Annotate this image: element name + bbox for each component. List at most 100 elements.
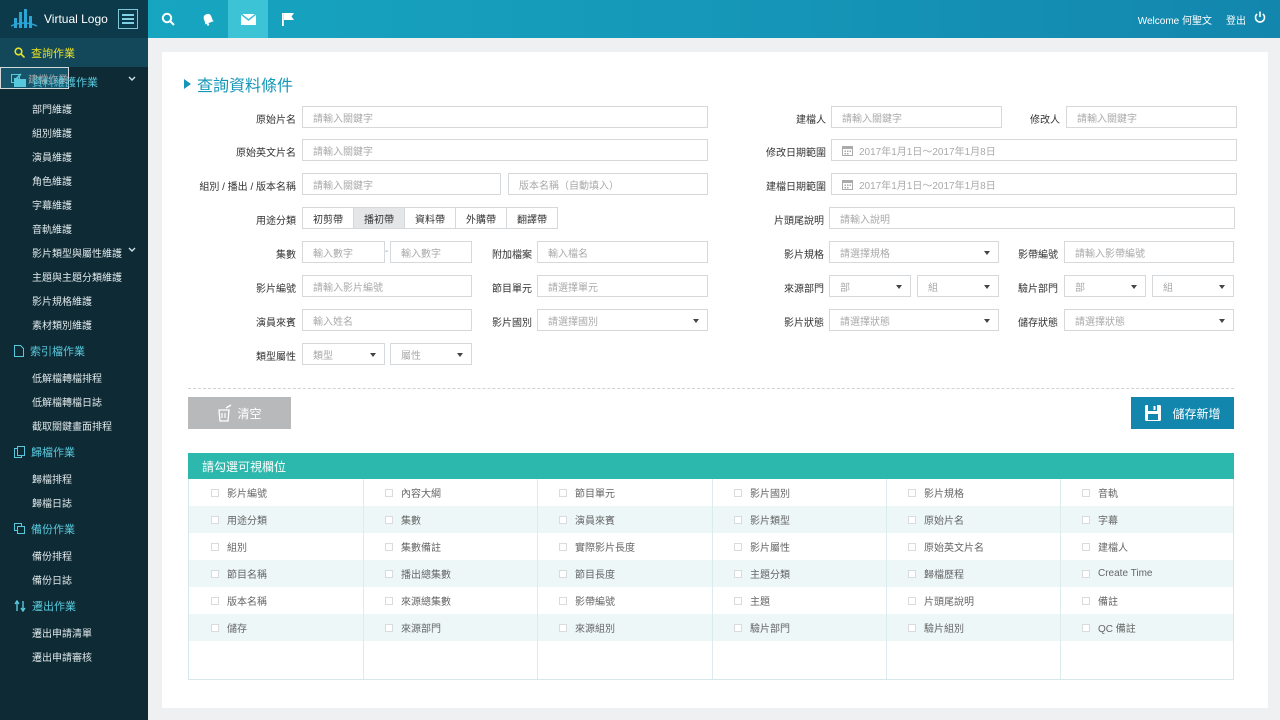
sidebar-subitem[interactable]: 音軌維護 (0, 216, 148, 240)
checkbox[interactable] (385, 623, 393, 632)
power-icon[interactable] (1254, 11, 1266, 23)
checkbox[interactable] (908, 569, 916, 578)
column-checkbox[interactable]: 版本名稱 (211, 587, 267, 614)
sidebar-subitem[interactable]: 素材類別維護 (0, 312, 148, 336)
tail-description-input[interactable]: 請輸入說明 (829, 207, 1235, 229)
column-checkbox[interactable]: 儲存 (211, 614, 247, 641)
column-checkbox[interactable]: 節目名稱 (211, 560, 267, 587)
sidebar-subitem[interactable]: 影片類型與屬性維護 (0, 240, 148, 264)
usage-option[interactable]: 翻譯帶 (507, 208, 557, 228)
sidebar-subitem[interactable]: 遷出申請清單 (0, 620, 148, 644)
episode-from-input[interactable]: 輸入數字 (302, 241, 385, 263)
orig-title-input[interactable]: 請輸入關鍵字 (302, 106, 708, 128)
mail-button[interactable] (228, 0, 268, 38)
column-checkbox[interactable]: 影片規格 (908, 479, 964, 506)
country-select[interactable]: 請選擇國別 (537, 309, 708, 331)
column-checkbox[interactable]: 影片類型 (734, 506, 790, 533)
column-checkbox[interactable]: 驗片部門 (734, 614, 790, 641)
checkbox[interactable] (211, 542, 219, 551)
sidebar-subitem[interactable]: 演員維護 (0, 144, 148, 168)
attachment-input[interactable]: 輸入檔名 (537, 241, 708, 263)
checkbox[interactable] (559, 515, 567, 524)
creator-input[interactable]: 請輸入關鍵字 (831, 106, 1002, 128)
program-unit-input[interactable]: 請選擇單元 (537, 275, 708, 297)
checkbox[interactable] (1082, 569, 1090, 578)
checkbox[interactable] (1082, 596, 1090, 605)
checkbox[interactable] (559, 542, 567, 551)
checkbox[interactable] (385, 515, 393, 524)
sidebar-item-transfer[interactable]: 遷出作業 (0, 591, 148, 620)
sidebar-subitem[interactable]: 角色維護 (0, 168, 148, 192)
checkbox[interactable] (734, 596, 742, 605)
checkbox[interactable] (1082, 542, 1090, 551)
column-checkbox[interactable]: 實際影片長度 (559, 533, 635, 560)
checkbox[interactable] (1082, 488, 1090, 497)
checkbox[interactable] (734, 569, 742, 578)
checkbox[interactable] (1082, 515, 1090, 524)
sidebar-subitem[interactable]: 備份日誌 (0, 567, 148, 591)
genre-select[interactable]: 類型 (302, 343, 385, 365)
sidebar-subitem[interactable]: 影片規格維護 (0, 288, 148, 312)
sidebar-item-index[interactable]: 索引檔作業 (0, 336, 148, 365)
column-checkbox[interactable]: 來源總集數 (385, 587, 451, 614)
column-checkbox[interactable]: 影片編號 (211, 479, 267, 506)
checkbox[interactable] (559, 569, 567, 578)
sidebar-subitem[interactable]: 備份排程 (0, 543, 148, 567)
checkbox[interactable] (211, 488, 219, 497)
column-checkbox[interactable]: 建檔人 (1082, 533, 1128, 560)
checkbox[interactable] (734, 542, 742, 551)
column-checkbox[interactable]: 集數備註 (385, 533, 441, 560)
checkbox[interactable] (1082, 623, 1090, 632)
attribute-select[interactable]: 屬性 (390, 343, 472, 365)
menu-toggle-button[interactable] (118, 9, 138, 29)
sidebar-subitem[interactable]: 歸檔日誌 (0, 490, 148, 514)
search-button[interactable] (148, 0, 188, 38)
sidebar-subitem[interactable]: 遷出申請審核 (0, 644, 148, 668)
column-checkbox[interactable]: 播出總集數 (385, 560, 451, 587)
column-checkbox[interactable]: 備註 (1082, 587, 1118, 614)
film-number-input[interactable]: 請輸入影片編號 (302, 275, 472, 297)
column-checkbox[interactable]: 音軌 (1082, 479, 1118, 506)
flag-button[interactable] (268, 0, 308, 38)
source-group-select[interactable]: 組 (917, 275, 999, 297)
sidebar-subitem[interactable]: 低解檔轉檔排程 (0, 365, 148, 389)
sidebar-item-backup[interactable]: 備份作業 (0, 514, 148, 543)
column-checkbox[interactable]: 歸檔歷程 (908, 560, 964, 587)
usage-option[interactable]: 資料帶 (405, 208, 456, 228)
version-name-input[interactable]: 版本名稱（自動填入） (508, 173, 708, 195)
column-checkbox[interactable]: 來源組別 (559, 614, 615, 641)
checkbox[interactable] (908, 515, 916, 524)
spec-select[interactable]: 請選擇規格 (829, 241, 999, 263)
column-checkbox[interactable]: 驗片組別 (908, 614, 964, 641)
checkbox[interactable] (908, 596, 916, 605)
orig-en-title-input[interactable]: 請輸入關鍵字 (302, 139, 708, 161)
sidebar-subitem[interactable]: 歸檔排程 (0, 466, 148, 490)
usage-option[interactable]: 外購帶 (456, 208, 507, 228)
save-new-button[interactable]: 儲存新增 (1131, 397, 1234, 429)
modified-date-range-input[interactable]: 2017年1月1日～2017年1月8日 (831, 139, 1237, 161)
sidebar-subitem[interactable]: 主題與主題分類維護 (0, 264, 148, 288)
sidebar-subitem[interactable]: 組別維護 (0, 120, 148, 144)
source-dept-select[interactable]: 部 (829, 275, 911, 297)
column-checkbox[interactable]: 節目長度 (559, 560, 615, 587)
sidebar-subitem[interactable]: 字幕維護 (0, 192, 148, 216)
episode-to-input[interactable]: 輸入數字 (390, 241, 472, 263)
sidebar-subitem[interactable]: 部門維護 (0, 96, 148, 120)
storage-status-select[interactable]: 請選擇狀態 (1064, 309, 1234, 331)
checkbox[interactable] (734, 515, 742, 524)
column-checkbox[interactable]: 組別 (211, 533, 247, 560)
checkbox[interactable] (211, 623, 219, 632)
checkbox[interactable] (385, 596, 393, 605)
column-checkbox[interactable]: 用途分類 (211, 506, 267, 533)
column-checkbox[interactable]: 主題 (734, 587, 770, 614)
sidebar-subitem[interactable]: 低解檔轉檔日誌 (0, 389, 148, 413)
column-checkbox[interactable]: 來源部門 (385, 614, 441, 641)
column-checkbox[interactable]: Create Time (1082, 560, 1152, 587)
checkbox[interactable] (559, 596, 567, 605)
checkbox[interactable] (211, 515, 219, 524)
sidebar-subitem[interactable]: 截取關鍵畫面排程 (0, 413, 148, 437)
column-checkbox[interactable]: 主題分類 (734, 560, 790, 587)
checkbox[interactable] (385, 569, 393, 578)
column-checkbox[interactable]: 集數 (385, 506, 421, 533)
created-date-range-input[interactable]: 2017年1月1日～2017年1月8日 (831, 173, 1237, 195)
